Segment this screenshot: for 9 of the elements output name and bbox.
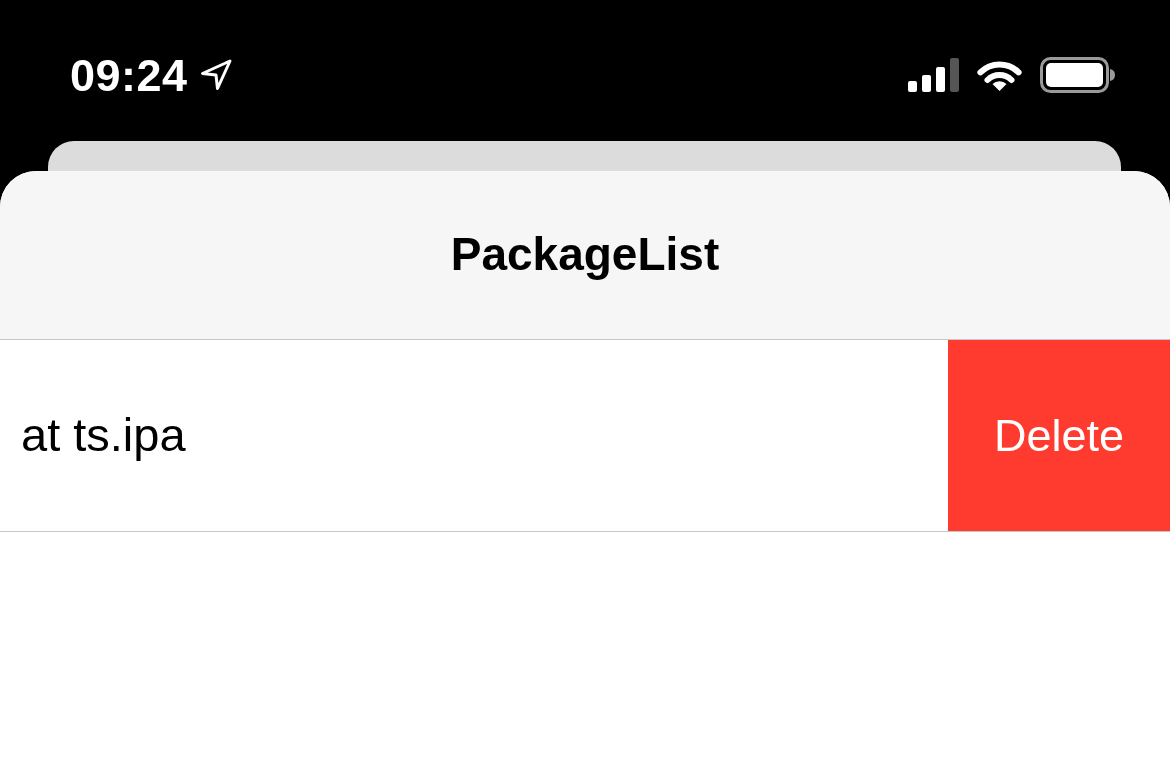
status-time: 09:24 (70, 52, 188, 98)
file-name: at ts.ipa (20, 407, 187, 464)
navigation-title: PackageList (450, 227, 720, 283)
list-row[interactable]: at ts.ipa Delete (0, 340, 1170, 532)
delete-button[interactable]: Delete (948, 340, 1170, 531)
battery-icon (1040, 57, 1115, 93)
location-arrow-icon (199, 59, 232, 91)
signal-icon (908, 58, 959, 92)
wifi-icon (976, 59, 1023, 91)
